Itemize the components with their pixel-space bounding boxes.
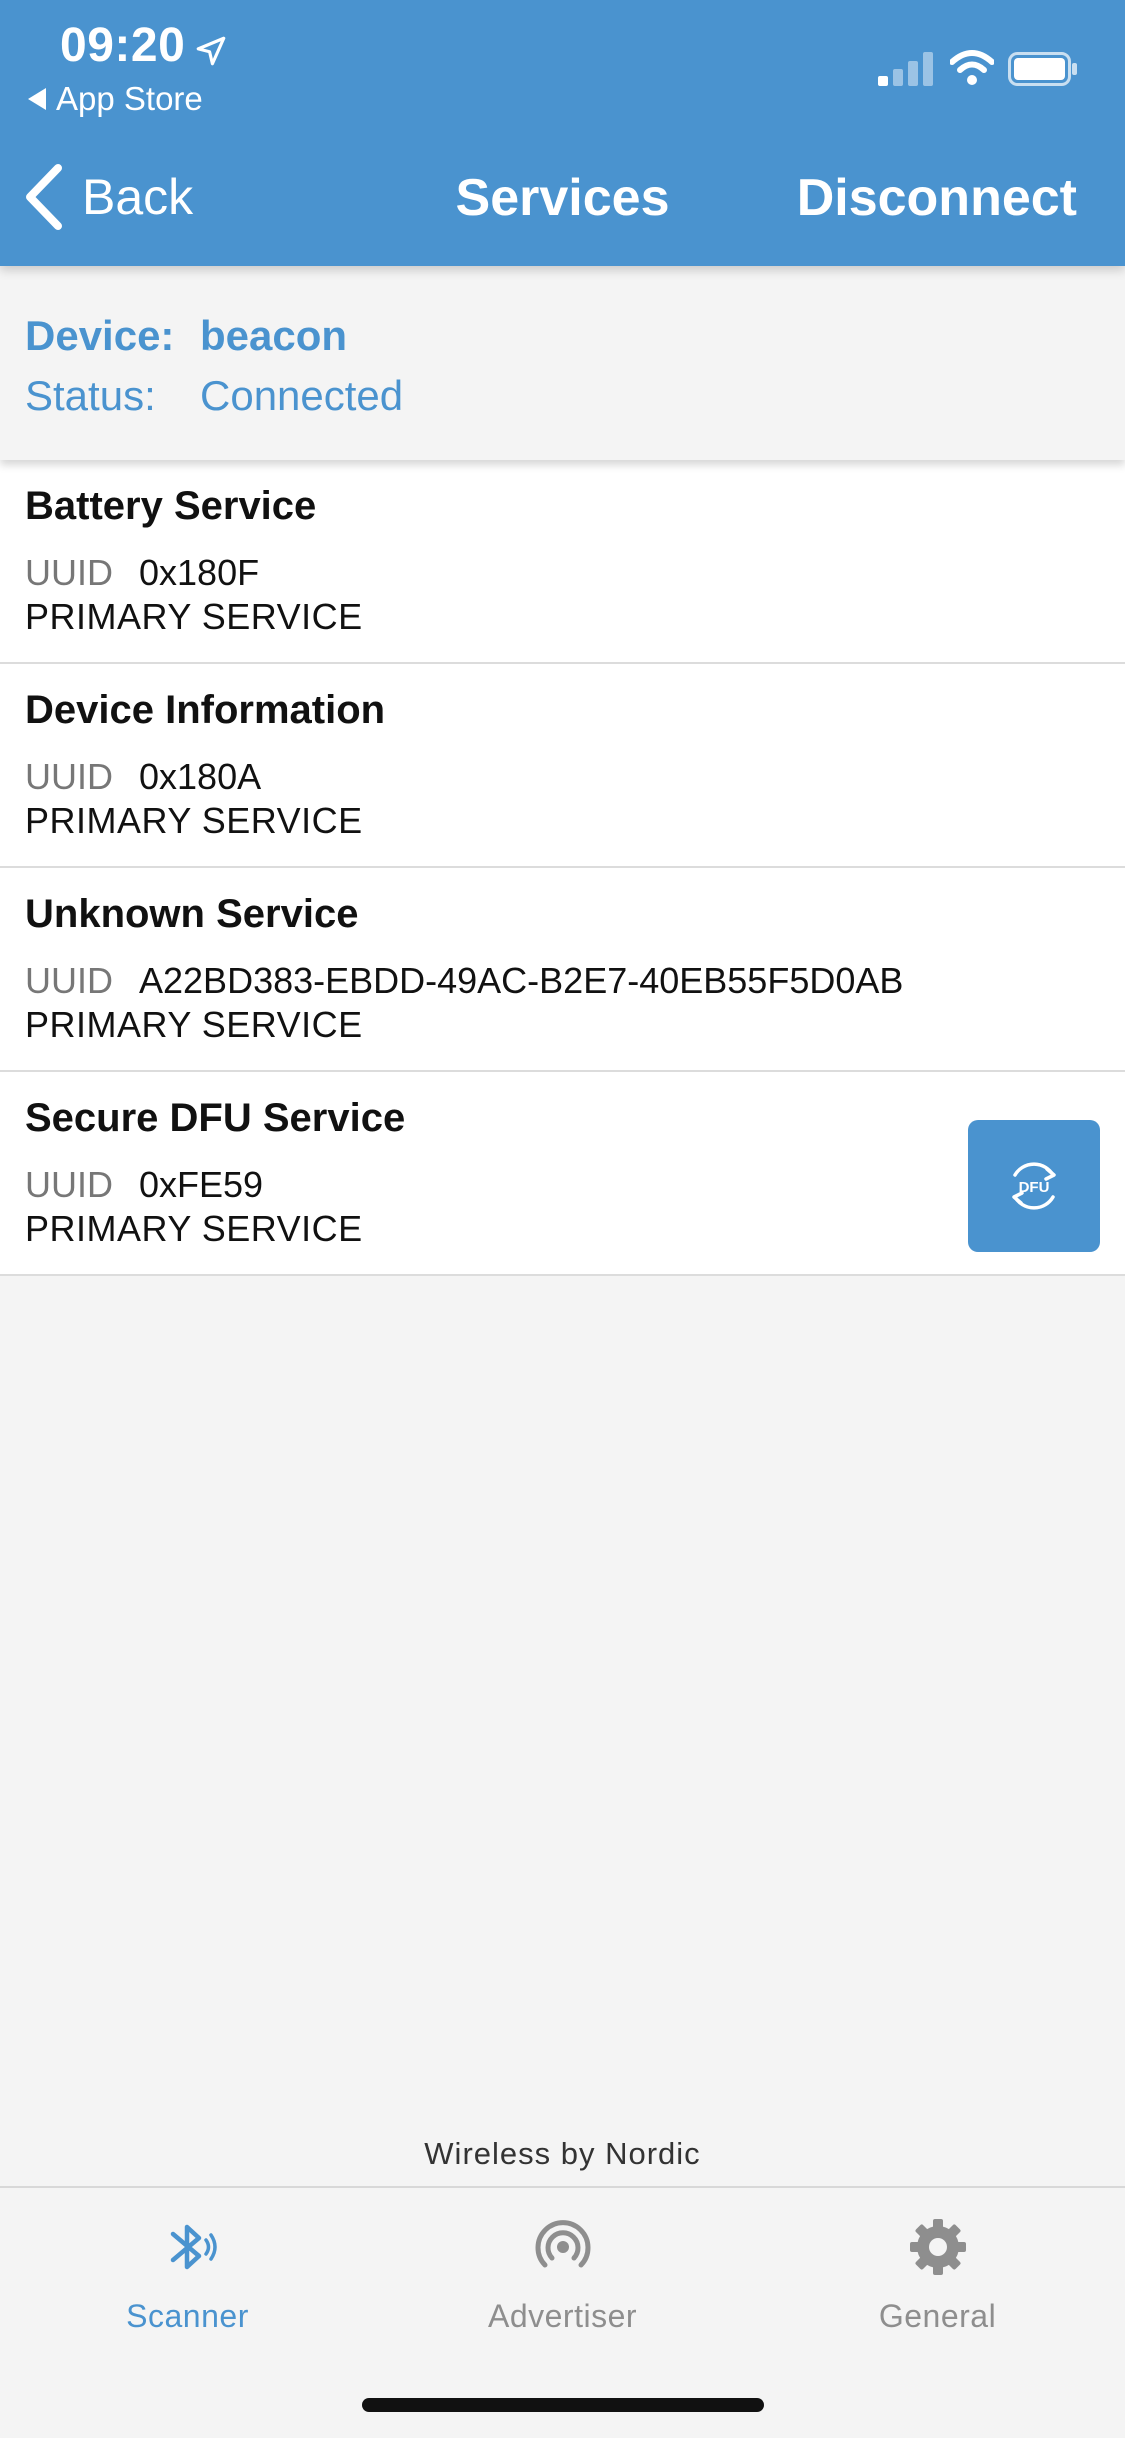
service-row-device-information[interactable]: Device Information UUID 0x180A PRIMARY SE… — [0, 664, 1125, 868]
home-indicator[interactable] — [362, 2398, 764, 2412]
service-row-unknown[interactable]: Unknown Service UUID A22BD383-EBDD-49AC-B… — [0, 868, 1125, 1072]
service-row-secure-dfu[interactable]: Secure DFU Service UUID 0xFE59 PRIMARY SE… — [0, 1072, 1125, 1276]
dfu-button[interactable]: DFU — [968, 1120, 1100, 1252]
service-uuid: UUID A22BD383-EBDD-49AC-B2E7-40EB55F5D0AB — [25, 960, 903, 1002]
service-uuid: UUID 0x180A — [25, 756, 261, 798]
service-name: Battery Service — [25, 484, 317, 528]
service-type: PRIMARY SERVICE — [25, 800, 363, 841]
battery-icon — [1008, 52, 1077, 86]
status-time: 09:20 — [60, 19, 186, 72]
back-triangle-icon — [28, 88, 46, 110]
status-label: Status: — [25, 372, 156, 419]
disconnect-button[interactable]: Disconnect — [797, 168, 1077, 228]
uuid-label: UUID — [25, 552, 113, 593]
uuid-value: 0xFE59 — [139, 1164, 264, 1205]
tab-advertiser[interactable]: Advertiser — [375, 2188, 750, 2348]
dfu-icon: DFU — [1012, 1162, 1056, 1210]
brand-label: Wireless by Nordic — [424, 2136, 701, 2171]
status-value: Connected — [200, 372, 404, 419]
tab-general[interactable]: General — [750, 2188, 1125, 2348]
back-to-app-store[interactable]: App Store — [28, 80, 203, 118]
cellular-signal-icon — [878, 52, 933, 86]
wifi-icon — [950, 50, 994, 85]
device-label: Device: — [25, 312, 175, 359]
back-app-label: App Store — [56, 80, 203, 117]
device-name-value: beacon — [200, 312, 348, 359]
device-name-row: Device: beacon — [25, 312, 347, 360]
device-info-panel: Device: beacon Status: Connected — [0, 266, 1125, 460]
uuid-value: A22BD383-EBDD-49AC-B2E7-40EB55F5D0AB — [139, 960, 904, 1001]
uuid-label: UUID — [25, 756, 113, 797]
gear-icon — [909, 2219, 966, 2275]
tab-general-label: General — [878, 2298, 997, 2334]
service-type: PRIMARY SERVICE — [25, 596, 363, 637]
device-status-row: Status: Connected — [25, 372, 403, 420]
uuid-label: UUID — [25, 1164, 113, 1205]
tab-scanner-label: Scanner — [126, 2298, 249, 2334]
service-name: Device Information — [25, 688, 386, 732]
uuid-value: 0x180A — [139, 756, 262, 797]
service-list: Battery Service UUID 0x180F PRIMARY SERVI… — [0, 460, 1125, 1276]
uuid-label: UUID — [25, 960, 113, 1001]
service-name: Unknown Service — [25, 892, 359, 936]
broadcast-icon — [535, 2220, 590, 2268]
bluetooth-icon — [170, 2224, 217, 2270]
tab-bar: Scanner Advertiser General — [0, 2186, 1125, 2438]
tab-scanner[interactable]: Scanner — [0, 2188, 375, 2348]
service-type: PRIMARY SERVICE — [25, 1208, 363, 1249]
navigation-header: 09:20 App Store Back Services Disconnect — [0, 0, 1125, 266]
service-name: Secure DFU Service — [25, 1096, 406, 1140]
service-type: PRIMARY SERVICE — [25, 1004, 363, 1045]
dfu-icon-text: DFU — [1019, 1179, 1050, 1196]
tab-advertiser-label: Advertiser — [487, 2298, 638, 2334]
uuid-value: 0x180F — [139, 552, 260, 593]
service-uuid: UUID 0xFE59 — [25, 1164, 263, 1206]
service-uuid: UUID 0x180F — [25, 552, 259, 594]
service-row-battery[interactable]: Battery Service UUID 0x180F PRIMARY SERVI… — [0, 460, 1125, 664]
location-arrow-icon — [196, 36, 226, 66]
